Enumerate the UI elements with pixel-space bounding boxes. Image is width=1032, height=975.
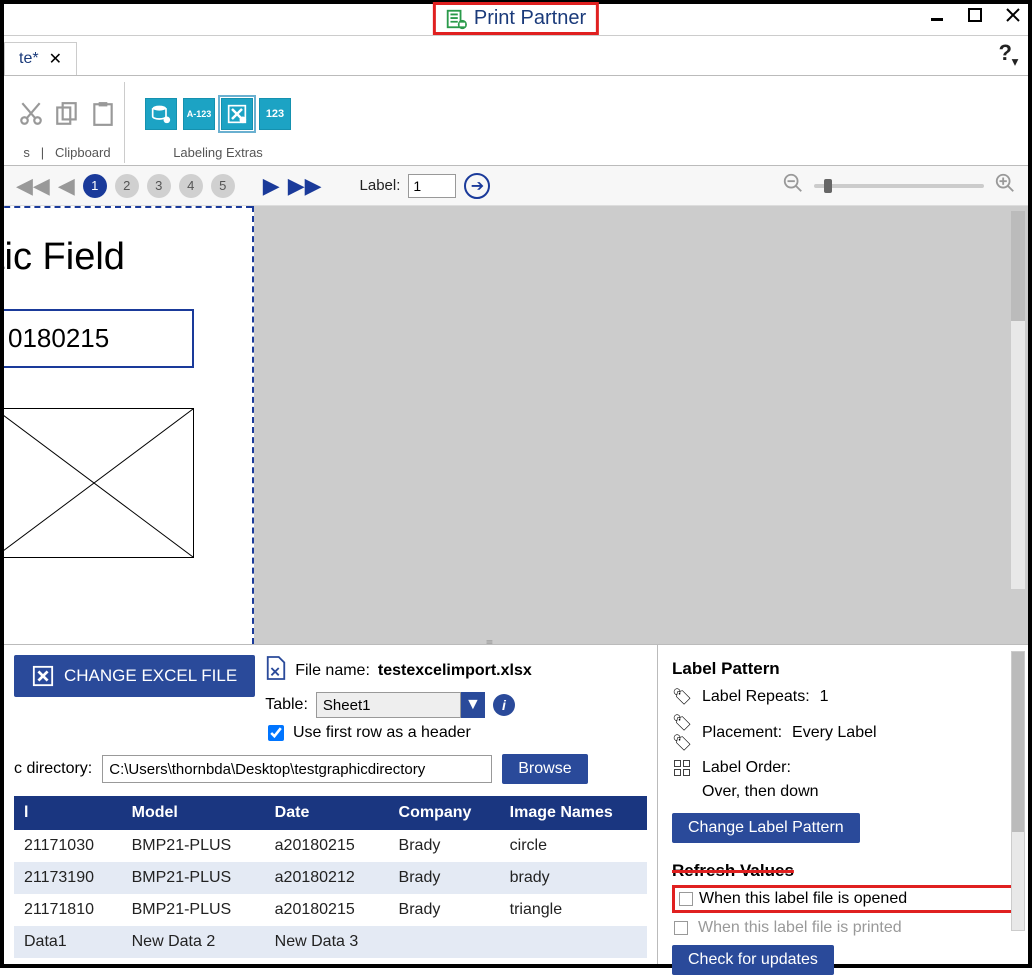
table-row[interactable]: Data1New Data 2New Data 3: [14, 926, 647, 958]
table-header[interactable]: Date: [265, 796, 389, 830]
change-excel-button[interactable]: CHANGE EXCEL FILE: [14, 655, 255, 697]
zoom-in-icon[interactable]: [994, 172, 1016, 199]
file-name-label: File name:: [295, 662, 370, 680]
label-number-label: Label:: [360, 177, 401, 194]
page-2-button[interactable]: 2: [115, 174, 139, 198]
ribbon: s | Clipboard A-123 123 Labeling Extras: [4, 76, 1028, 166]
zoom-slider[interactable]: [814, 184, 984, 188]
last-page-icon[interactable]: ▶▶: [288, 173, 322, 199]
close-tab-icon[interactable]: ✕: [49, 49, 62, 69]
page-1-button[interactable]: 1: [83, 174, 107, 198]
first-page-icon[interactable]: ◀◀: [16, 173, 50, 199]
minimize-button[interactable]: [928, 6, 946, 24]
table-header[interactable]: Model: [122, 796, 265, 830]
order-icon: [672, 759, 692, 777]
file-icon: [265, 655, 287, 686]
table-select[interactable]: [316, 692, 461, 718]
excel-icon: [32, 665, 54, 687]
refresh-opened-option[interactable]: When this label file is opened: [672, 885, 1014, 913]
copy-icon[interactable]: [52, 99, 82, 129]
label-preview: tic Field 0180215: [4, 206, 254, 644]
table-header[interactable]: Image Names: [500, 796, 647, 830]
directory-input[interactable]: [102, 755, 492, 783]
page-5-button[interactable]: 5: [211, 174, 235, 198]
clipboard-group-label: Clipboard: [55, 145, 111, 160]
browse-button[interactable]: Browse: [502, 754, 587, 784]
header-checkbox[interactable]: Use first row as a header: [264, 722, 647, 744]
variable-icon[interactable]: [221, 98, 253, 130]
placement-icon: 🏷🏷: [672, 713, 692, 753]
table-row[interactable]: 21171810BMP21-PLUSa20180215Bradytriangle: [14, 894, 647, 926]
maximize-button[interactable]: [966, 6, 984, 24]
order-value: Over, then down: [702, 783, 1014, 801]
text-label-icon[interactable]: A-123: [183, 98, 215, 130]
directory-label: c directory:: [14, 760, 92, 778]
prev-page-icon[interactable]: ◀: [58, 173, 75, 199]
canvas-scrollbar[interactable]: [1010, 210, 1026, 590]
table-header[interactable]: l: [14, 796, 122, 830]
refresh-printed-option: When this label file is printed: [674, 919, 1014, 937]
tab-label: te*: [19, 50, 39, 68]
table-row[interactable]: 21173190BMP21-PLUSa20180212Bradybrady: [14, 862, 647, 894]
cut-icon[interactable]: [16, 99, 46, 129]
check-updates-button[interactable]: Check for updates: [672, 945, 834, 975]
title-bar: Print Partner: [4, 4, 1028, 36]
document-tabs: te* ✕: [4, 36, 1028, 76]
label-number-input[interactable]: [408, 174, 456, 198]
data-panel: CHANGE EXCEL FILE File name: testexcelim…: [4, 644, 1028, 964]
page-4-button[interactable]: 4: [179, 174, 203, 198]
label-canvas[interactable]: tic Field 0180215: [4, 206, 1028, 644]
paste-icon[interactable]: [88, 99, 118, 129]
table-header[interactable]: Company: [389, 796, 500, 830]
page-3-button[interactable]: 3: [147, 174, 171, 198]
app-icon: [446, 8, 468, 30]
refresh-heading: Refresh Values: [672, 861, 1014, 881]
field-value-box[interactable]: 0180215: [4, 309, 194, 368]
page-nav: ◀◀ ◀ 1 2 3 4 5 ▶ ▶▶ Label: ➔: [4, 166, 1028, 206]
next-page-icon[interactable]: ▶: [263, 173, 280, 199]
database-icon[interactable]: [145, 98, 177, 130]
field-title: tic Field: [4, 236, 242, 279]
rightpane-scrollbar[interactable]: [1011, 651, 1025, 931]
extras-group-label: Labeling Extras: [173, 145, 263, 163]
zoom-out-icon[interactable]: [782, 172, 804, 199]
table-row[interactable]: 21171030BMP21-PLUSa20180215Bradycircle: [14, 830, 647, 862]
image-placeholder[interactable]: [4, 408, 194, 558]
close-window-button[interactable]: [1004, 6, 1022, 24]
go-to-label-button[interactable]: ➔: [464, 173, 490, 199]
label-pattern-heading: Label Pattern: [672, 659, 1014, 679]
info-icon[interactable]: i: [493, 694, 515, 716]
app-title: Print Partner: [433, 2, 599, 35]
change-pattern-button[interactable]: Change Label Pattern: [672, 813, 860, 843]
splitter-grip[interactable]: [486, 634, 546, 640]
data-table: lModelDateCompanyImage Names 21171030BMP…: [14, 796, 647, 958]
chevron-down-icon[interactable]: ▼: [461, 692, 485, 718]
document-tab[interactable]: te* ✕: [4, 42, 77, 75]
repeats-icon: 🏷: [672, 687, 692, 707]
file-name-value: testexcelimport.xlsx: [378, 662, 532, 680]
table-label: Table:: [265, 696, 308, 714]
counter-icon[interactable]: 123: [259, 98, 291, 130]
